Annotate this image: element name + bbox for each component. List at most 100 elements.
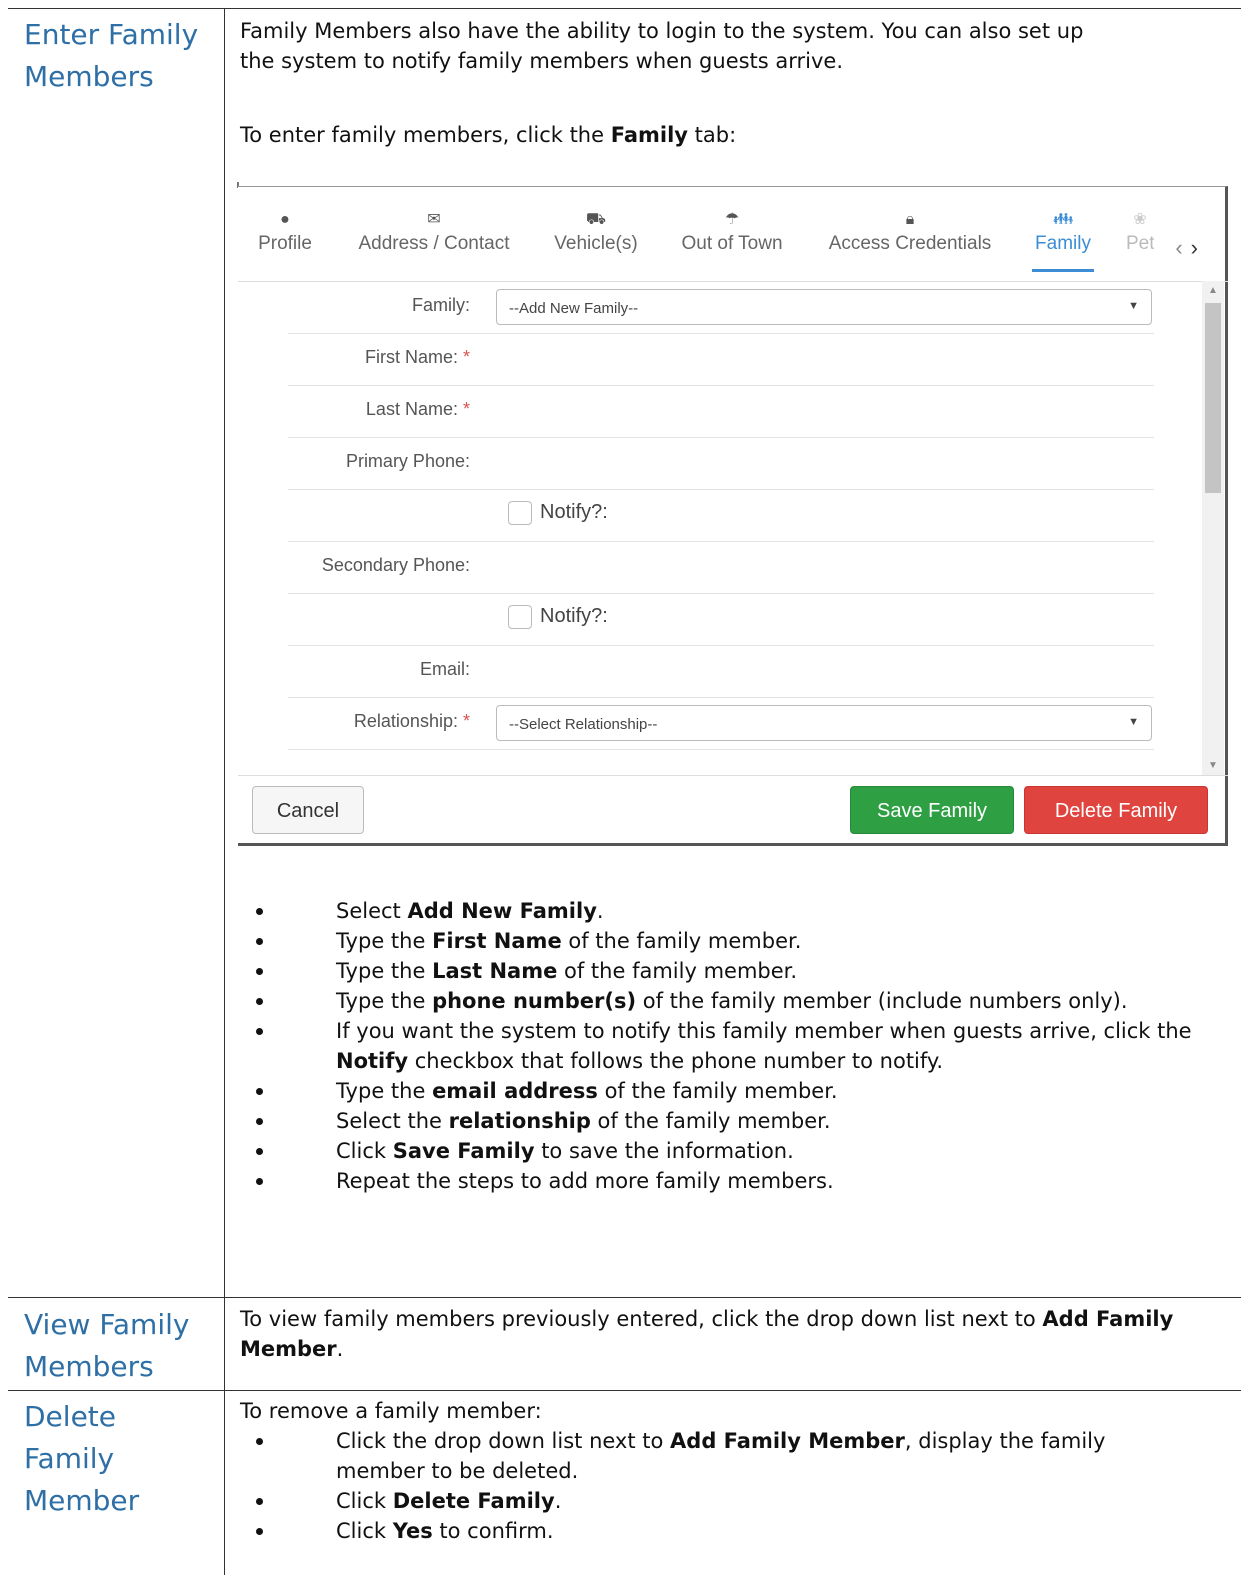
caret-down-icon: ▼	[1128, 716, 1139, 728]
tab-vehicles[interactable]: ⛟ Vehicle(s)	[550, 207, 642, 255]
instruction-text: tab:	[687, 123, 737, 147]
tab-profile[interactable]: ● Profile	[252, 207, 318, 255]
topic-line: View Family	[24, 1308, 190, 1341]
list-item: Click Delete Family.	[256, 1486, 1196, 1516]
list-item: Click Yes to confirm.	[256, 1516, 1196, 1546]
paw-icon: ❀	[1133, 211, 1147, 228]
instruction-paragraph: To enter family members, click the Famil…	[240, 120, 1230, 150]
step-bold: email address	[432, 1079, 598, 1103]
tab-label: Family	[1035, 233, 1091, 254]
topic-view-family-members: View Family Members	[24, 1304, 214, 1388]
topic-enter-family-members: Enter Family Members	[24, 14, 214, 98]
view-paragraph: To view family members previously entere…	[240, 1304, 1200, 1364]
step-bold: Add Family Member	[670, 1429, 905, 1453]
step-bold: phone number(s)	[432, 989, 637, 1013]
step-text: Type the	[336, 1079, 433, 1103]
relationship-select[interactable]: --Select Relationship-- ▼	[496, 705, 1152, 741]
tab-address-contact[interactable]: ✉ Address / Contact	[350, 207, 518, 255]
step-text: Type the	[336, 959, 433, 983]
first-name-label: First Name: *	[365, 347, 470, 368]
form-scrollbar[interactable]: ▲ ▼	[1202, 281, 1224, 775]
required-mark: *	[462, 399, 470, 419]
list-item: If you want the system to notify this fa…	[256, 1016, 1196, 1076]
scrollbar-thumb[interactable]	[1205, 303, 1221, 493]
chevron-left-icon[interactable]: ‹	[1175, 235, 1190, 260]
envelope-icon: ✉	[427, 211, 441, 228]
step-text: of the family member.	[561, 929, 802, 953]
cancel-button[interactable]: Cancel	[252, 786, 364, 834]
label-text: Relationship:	[353, 711, 458, 731]
table-column-divider	[224, 8, 225, 1575]
list-item: Type the phone number(s) of the family m…	[256, 986, 1216, 1016]
list-item: Type the Last Name of the family member.	[256, 956, 1216, 986]
tab-family[interactable]: 👪︎ Family	[1032, 207, 1094, 272]
step-text: Click	[336, 1139, 393, 1163]
step-text: Click the drop down list next to	[336, 1429, 671, 1453]
tab-label: Address / Contact	[358, 233, 510, 254]
step-bold: Delete Family	[392, 1489, 555, 1513]
save-family-button[interactable]: Save Family	[850, 786, 1014, 834]
step-text: checkbox that follows the phone number t…	[408, 1049, 944, 1073]
delete-family-button[interactable]: Delete Family	[1024, 786, 1208, 834]
scroll-up-icon[interactable]: ▲	[1208, 285, 1218, 296]
family-select[interactable]: --Add New Family-- ▼	[496, 289, 1152, 325]
email-row[interactable]: Email:	[288, 645, 1154, 698]
step-text: Select the	[336, 1109, 449, 1133]
step-bold: relationship	[448, 1109, 591, 1133]
step-text: Type the	[336, 929, 433, 953]
topic-line: Enter Family	[24, 18, 199, 51]
caret-down-icon: ▼	[1128, 300, 1139, 312]
list-item: Type the email address of the family mem…	[256, 1076, 1216, 1106]
step-bold: Last Name	[432, 959, 558, 983]
lock-icon: 🔒︎	[905, 211, 915, 228]
step-text: Click	[336, 1489, 393, 1513]
step-text: Select	[336, 899, 408, 923]
step-bold: Save Family	[392, 1139, 535, 1163]
table-border-top	[8, 8, 1241, 9]
first-name-row[interactable]: First Name: *	[288, 333, 1154, 386]
step-text: Click	[336, 1519, 393, 1543]
step-bold: Notify	[336, 1049, 409, 1073]
step-text: Repeat the steps to add more family memb…	[336, 1169, 834, 1193]
email-label: Email:	[419, 659, 470, 679]
secondary-notify-checkbox[interactable]	[508, 605, 532, 629]
intro-paragraph: Family Members also have the ability to …	[240, 16, 1230, 76]
enter-steps-list: Select Add New Family. Type the First Na…	[256, 896, 1216, 1196]
step-text: If you want the system to notify this fa…	[336, 1019, 1192, 1043]
list-item: Click the drop down list next to Add Fam…	[256, 1426, 1176, 1486]
scroll-down-icon[interactable]: ▼	[1208, 760, 1218, 771]
primary-notify-checkbox[interactable]	[508, 501, 532, 525]
primary-notify-row: Notify?:	[288, 489, 1154, 542]
step-text: of the family member (include numbers on…	[636, 989, 1128, 1013]
relationship-select-value: --Select Relationship--	[509, 716, 658, 733]
secondary-phone-label: Secondary Phone:	[321, 555, 470, 575]
label-text: Last Name:	[365, 399, 458, 419]
instruction-bold: Family	[610, 123, 688, 147]
notify-label: Notify?:	[540, 605, 608, 627]
notify-label: Notify?:	[540, 501, 608, 523]
topic-line: Delete	[24, 1400, 116, 1433]
tab-access-credentials[interactable]: 🔒︎ Access Credentials	[822, 207, 998, 255]
primary-phone-row[interactable]: Primary Phone:	[288, 437, 1154, 490]
family-label: Family:	[412, 295, 470, 315]
tab-out-of-town[interactable]: ☂ Out of Town	[674, 207, 790, 255]
last-name-row[interactable]: Last Name: *	[288, 385, 1154, 438]
step-text: of the family member.	[597, 1079, 838, 1103]
tab-scroll-arrows: ‹›	[1175, 235, 1206, 261]
chevron-right-icon[interactable]: ›	[1191, 235, 1206, 260]
family-tab-screenshot: ● Profile ✉ Address / Contact ⛟ Vehicle(…	[238, 186, 1228, 846]
view-text: .	[336, 1337, 344, 1361]
topic-line: Family	[24, 1442, 115, 1475]
secondary-phone-row[interactable]: Secondary Phone:	[288, 541, 1154, 594]
relationship-label: Relationship: *	[354, 711, 470, 732]
list-item: Select Add New Family.	[256, 896, 1216, 926]
label-text: First Name:	[364, 347, 458, 367]
step-bold: Add New Family	[407, 899, 597, 923]
table-row-divider	[8, 1297, 1241, 1298]
list-item: Type the First Name of the family member…	[256, 926, 1216, 956]
tab-pet[interactable]: ❀ Pet	[1126, 207, 1154, 255]
document-page: Enter Family Members Family Members also…	[0, 0, 1247, 1575]
tab-label: Out of Town	[681, 233, 783, 254]
view-text: To view family members previously entere…	[240, 1307, 1043, 1331]
topic-line: Members	[24, 1350, 154, 1383]
